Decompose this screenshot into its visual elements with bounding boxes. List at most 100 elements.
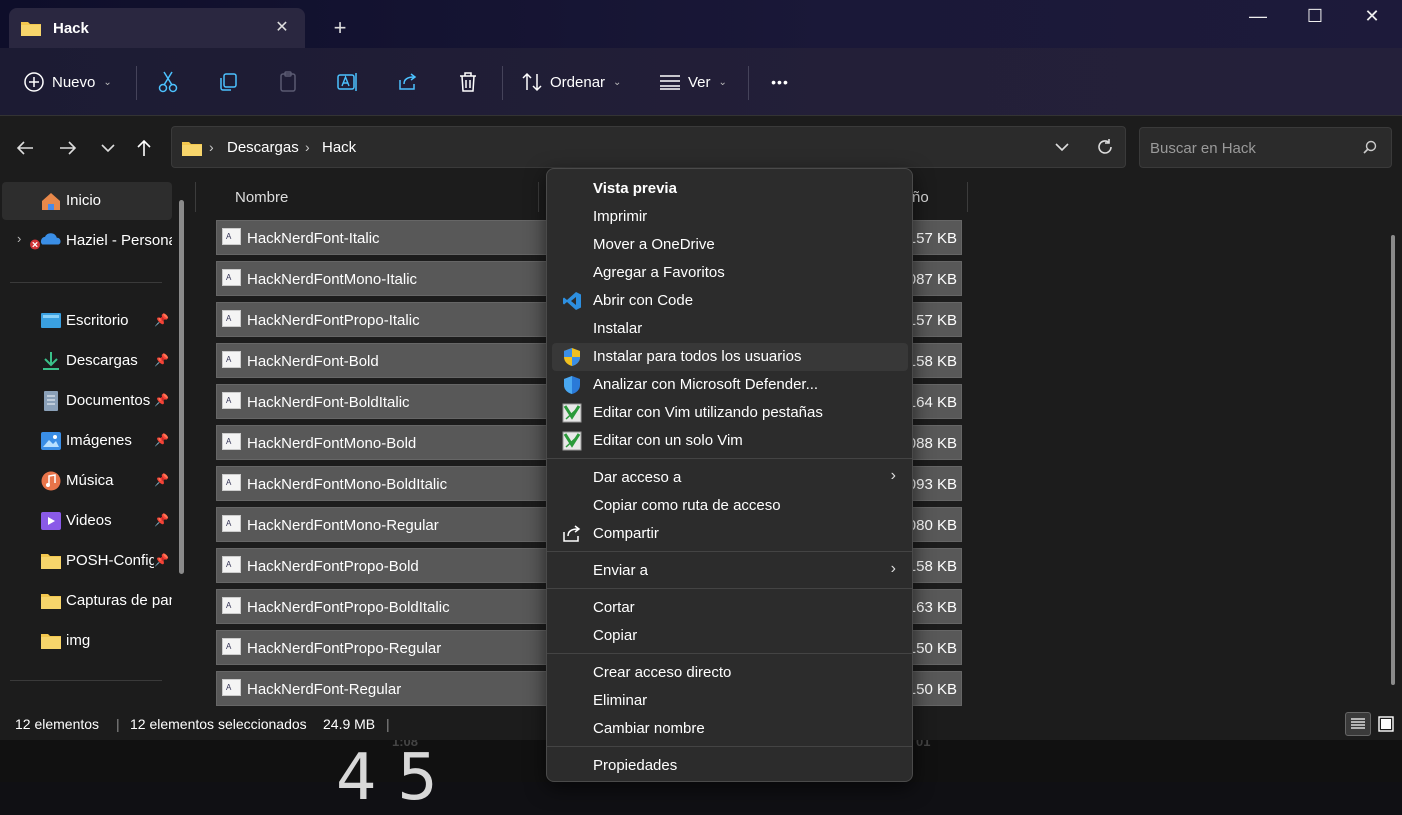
sidebar-item-documents[interactable]: Documentos 📌: [2, 382, 172, 420]
menu-item-analizar-con-microsoft-defender[interactable]: Analizar con Microsoft Defender...: [552, 371, 908, 399]
menu-item-label: Analizar con Microsoft Defender...: [593, 376, 819, 393]
file-name: HackNerdFontMono-Regular: [247, 517, 439, 534]
cut-button[interactable]: [148, 62, 188, 102]
menu-item-abrir-con-code[interactable]: Abrir con Code: [552, 287, 908, 315]
chevron-down-icon: ⌄: [718, 76, 727, 88]
menu-item-editar-con-vim-utilizando-pestanas[interactable]: Editar con Vim utilizando pestañas: [552, 399, 908, 427]
file-size: 157 KB: [907, 230, 957, 247]
pin-icon[interactable]: 📌: [154, 553, 169, 567]
menu-item-crear-acceso-directo[interactable]: Crear acceso directo: [552, 659, 908, 687]
background-digits: 4 5: [336, 741, 438, 815]
pin-icon[interactable]: 📌: [154, 473, 169, 487]
menu-item-propiedades[interactable]: Propiedades: [552, 752, 908, 780]
menu-item-label: Crear acceso directo: [593, 664, 732, 681]
file-name: HackNerdFontMono-BoldItalic: [247, 476, 448, 493]
menu-item-enviar-a[interactable]: Enviar a ›: [552, 557, 908, 585]
menu-item-agregar-a-favoritos[interactable]: Agregar a Favoritos: [552, 259, 908, 287]
menu-item-editar-con-un-solo-vim[interactable]: Editar con un solo Vim: [552, 427, 908, 455]
column-header-size[interactable]: ño: [912, 189, 929, 206]
close-window-button[interactable]: ✕: [1344, 0, 1400, 32]
recent-locations-button[interactable]: [92, 132, 124, 164]
menu-item-instalar[interactable]: Instalar: [552, 315, 908, 343]
new-button[interactable]: Nuevo ⌄: [16, 62, 112, 102]
menu-item-eliminar[interactable]: Eliminar: [552, 687, 908, 715]
column-header-name[interactable]: Nombre: [235, 189, 288, 206]
font-file-icon: [222, 433, 241, 450]
menu-item-label: Agregar a Favoritos: [593, 264, 725, 281]
menu-item-cortar[interactable]: Cortar: [552, 594, 908, 622]
font-file-icon: [222, 556, 241, 573]
chevron-down-icon: ⌄: [103, 76, 112, 88]
menu-item-compartir[interactable]: Compartir: [552, 520, 908, 548]
menu-item-label: Eliminar: [593, 692, 648, 709]
pin-icon[interactable]: 📌: [154, 393, 169, 407]
minimize-button[interactable]: —: [1230, 0, 1286, 32]
menu-item-imprimir[interactable]: Imprimir: [552, 203, 908, 231]
sidebar-item-posh-config[interactable]: POSH-Config 📌: [2, 542, 172, 580]
forward-button[interactable]: [52, 132, 84, 164]
sidebar-item-desktop[interactable]: Escritorio 📌: [2, 302, 172, 340]
sidebar-item-downloads[interactable]: Descargas 📌: [2, 342, 172, 380]
menu-item-vista-previa[interactable]: Vista previa: [552, 175, 908, 203]
view-label: Ver: [688, 73, 711, 91]
menu-item-dar-acceso-a[interactable]: Dar acceso a ›: [552, 464, 908, 492]
search-box[interactable]: [1139, 127, 1392, 168]
menu-item-instalar-para-todos-los-usuarios[interactable]: Instalar para todos los usuarios: [552, 343, 908, 371]
menu-item-copiar-como-ruta-de-acceso[interactable]: Copiar como ruta de acceso: [552, 492, 908, 520]
share-icon: [388, 62, 428, 102]
menu-item-cambiar-nombre[interactable]: Cambiar nombre: [552, 715, 908, 743]
menu-item-label: Copiar: [593, 627, 638, 644]
share-button[interactable]: [388, 62, 428, 102]
pin-icon[interactable]: 📌: [154, 433, 169, 447]
view-button[interactable]: Ver ⌄: [652, 62, 727, 102]
item-count: 12 elementos: [15, 716, 100, 732]
folder-icon: [182, 142, 202, 156]
clipboard-icon: [268, 62, 308, 102]
sidebar-item-screenshots[interactable]: Capturas de pantalla: [2, 582, 172, 620]
more-options-button[interactable]: •••: [760, 62, 800, 102]
sidebar-item-videos[interactable]: Videos 📌: [2, 502, 172, 540]
chevron-down-icon: ⌄: [613, 76, 622, 88]
address-bar[interactable]: › Descargas › Hack: [171, 126, 1126, 168]
large-icons-view-button[interactable]: [1373, 712, 1399, 736]
pin-icon[interactable]: 📌: [154, 353, 169, 367]
sidebar-item-img[interactable]: img: [2, 622, 172, 660]
search-input[interactable]: [1150, 138, 1350, 158]
scissors-icon: [148, 62, 188, 102]
chevron-down-icon[interactable]: [1055, 143, 1069, 152]
new-tab-button[interactable]: +: [326, 16, 354, 44]
file-list-scrollbar[interactable]: [1391, 235, 1395, 685]
details-view-button[interactable]: [1345, 712, 1371, 736]
sidebar-scrollbar[interactable]: [179, 200, 184, 574]
menu-item-copiar[interactable]: Copiar: [552, 622, 908, 650]
sidebar-item-music[interactable]: Música 📌: [2, 462, 172, 500]
back-button[interactable]: [9, 132, 41, 164]
pin-icon[interactable]: 📌: [154, 513, 169, 527]
file-name: HackNerdFont-BoldItalic: [247, 394, 410, 411]
sidebar-item-home[interactable]: Inicio: [2, 182, 172, 220]
onedrive-icon: [30, 233, 61, 250]
delete-button[interactable]: [448, 62, 488, 102]
sidebar-item-label: Inicio: [66, 192, 102, 209]
file-name: HackNerdFontMono-Bold: [247, 435, 417, 452]
tab-hack[interactable]: Hack ✕: [9, 8, 305, 48]
breadcrumb-descargas[interactable]: Descargas: [227, 139, 299, 156]
file-size: 158 KB: [907, 558, 957, 575]
menu-item-label: Mover a OneDrive: [593, 236, 715, 253]
folder-icon: [41, 594, 61, 609]
vim-icon: [562, 431, 582, 451]
sidebar-item-pictures[interactable]: Imágenes 📌: [2, 422, 172, 460]
sort-button[interactable]: Ordenar ⌄: [514, 62, 621, 102]
paste-button[interactable]: [268, 62, 308, 102]
refresh-icon[interactable]: [1096, 138, 1114, 156]
copy-button[interactable]: [208, 62, 248, 102]
up-button[interactable]: [128, 132, 160, 164]
pin-icon[interactable]: 📌: [154, 313, 169, 327]
font-file-icon: [222, 679, 241, 696]
rename-button[interactable]: [328, 62, 368, 102]
maximize-button[interactable]: ☐: [1287, 0, 1343, 32]
sidebar-item-onedrive[interactable]: › Haziel - Personal: [2, 222, 172, 260]
menu-item-mover-a-onedrive[interactable]: Mover a OneDrive: [552, 231, 908, 259]
breadcrumb-hack[interactable]: Hack: [322, 139, 356, 156]
tab-close-icon[interactable]: ✕: [271, 17, 293, 39]
